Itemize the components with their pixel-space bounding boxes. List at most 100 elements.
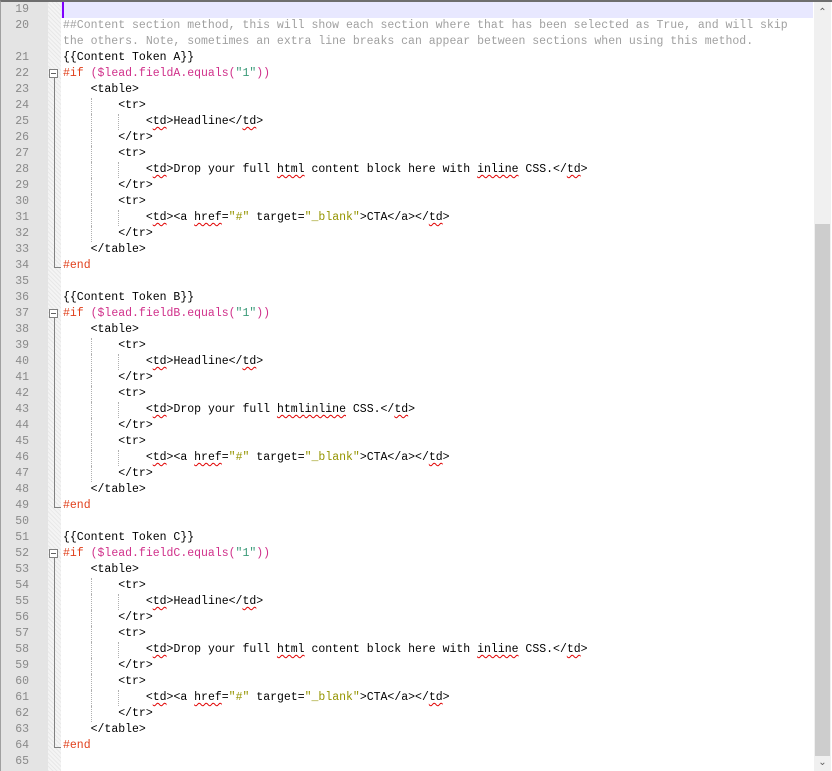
code-text[interactable]: #end <box>61 498 813 514</box>
code-text[interactable]: #if ($lead.fieldA.equals("1")) <box>61 66 813 82</box>
code-line[interactable]: 24 <tr> <box>1 98 813 114</box>
code-line[interactable]: 41 </tr> <box>1 370 813 386</box>
code-line[interactable]: 38 <table> <box>1 322 813 338</box>
code-line[interactable]: 58 <td>Drop your full html content block… <box>1 642 813 658</box>
code-text[interactable]: </tr> <box>61 370 813 386</box>
code-line[interactable]: 62 </tr> <box>1 706 813 722</box>
code-line[interactable]: 47 </tr> <box>1 466 813 482</box>
code-line[interactable]: 22 #if ($lead.fieldA.equals("1")) <box>1 66 813 82</box>
code-line[interactable]: 37 #if ($lead.fieldB.equals("1")) <box>1 306 813 322</box>
code-text[interactable]: #end <box>61 738 813 754</box>
code-text[interactable]: <td>Drop your full html content block he… <box>61 162 813 178</box>
chevron-up-icon[interactable]: ⌃ <box>814 4 831 21</box>
code-text[interactable]: <td><a href="#" target="_blank">CTA</a><… <box>61 690 813 706</box>
code-line[interactable]: 55 <td>Headline</td> <box>1 594 813 610</box>
code-line[interactable]: 26 </tr> <box>1 130 813 146</box>
code-text[interactable]: <tr> <box>61 386 813 402</box>
code-text[interactable]: <td>Headline</td> <box>61 594 813 610</box>
code-text[interactable]: #if ($lead.fieldB.equals("1")) <box>61 306 813 322</box>
code-line[interactable]: 54 <tr> <box>1 578 813 594</box>
code-text[interactable]: <td>Headline</td> <box>61 114 813 130</box>
code-text[interactable]: <td>Headline</td> <box>61 354 813 370</box>
code-line[interactable]: 33 </table> <box>1 242 813 258</box>
collapse-icon[interactable] <box>49 309 58 318</box>
code-text[interactable]: <tr> <box>61 98 813 114</box>
code-text[interactable]: </tr> <box>61 130 813 146</box>
code-text[interactable]: <tr> <box>61 146 813 162</box>
code-line[interactable]: 60 <tr> <box>1 674 813 690</box>
code-line[interactable]: 56 </tr> <box>1 610 813 626</box>
code-text[interactable]: <td>Drop your full htmlinline CSS.</td> <box>61 402 813 418</box>
code-text[interactable]: #end <box>61 258 813 274</box>
code-line[interactable]: 40 <td>Headline</td> <box>1 354 813 370</box>
collapse-icon[interactable] <box>49 69 58 78</box>
code-text[interactable]: <td><a href="#" target="_blank">CTA</a><… <box>61 450 813 466</box>
code-line[interactable]: 48 </table> <box>1 482 813 498</box>
fold-marker[interactable] <box>48 546 61 562</box>
chevron-down-icon[interactable]: ⌄ <box>814 754 831 771</box>
code-text[interactable]: </table> <box>61 242 813 258</box>
code-text[interactable]: ​ <box>61 2 813 18</box>
code-text[interactable]: <table> <box>61 562 813 578</box>
code-text[interactable]: <td>Drop your full html content block he… <box>61 642 813 658</box>
code-line[interactable]: 39 <tr> <box>1 338 813 354</box>
code-editor[interactable]: 19 ​ 20 ##Content section method, this will… <box>0 0 832 771</box>
code-line[interactable]: 20 ##Content section method, this will sh… <box>1 18 813 50</box>
code-text[interactable]: <tr> <box>61 674 813 690</box>
code-text[interactable]: {{Content Token A}} <box>61 50 813 66</box>
code-line[interactable]: 27 <tr> <box>1 146 813 162</box>
code-line[interactable]: 29 </tr> <box>1 178 813 194</box>
code-text[interactable]: </tr> <box>61 226 813 242</box>
code-text[interactable]: <tr> <box>61 434 813 450</box>
code-text[interactable]: </table> <box>61 722 813 738</box>
code-text[interactable]: {{Content Token B}} <box>61 290 813 306</box>
code-line[interactable]: 28 <td>Drop your full html content block… <box>1 162 813 178</box>
code-line[interactable]: 44 </tr> <box>1 418 813 434</box>
code-text[interactable]: <tr> <box>61 626 813 642</box>
code-text[interactable]: ​ <box>61 754 813 770</box>
code-line[interactable]: 21 {{Content Token A}} <box>1 50 813 66</box>
code-line[interactable]: 51 {{Content Token C}} <box>1 530 813 546</box>
code-text[interactable]: </tr> <box>61 706 813 722</box>
code-line[interactable]: 31 <td><a href="#" target="_blank">CTA</… <box>1 210 813 226</box>
code-line[interactable]: 50 ​ <box>1 514 813 530</box>
code-line[interactable]: 63 </table> <box>1 722 813 738</box>
code-text[interactable]: ​ <box>61 274 813 290</box>
code-text[interactable]: </tr> <box>61 658 813 674</box>
code-line[interactable]: 19 ​ <box>1 2 813 18</box>
code-text[interactable]: ##Content section method, this will show… <box>61 18 813 50</box>
code-line[interactable]: 46 <td><a href="#" target="_blank">CTA</… <box>1 450 813 466</box>
code-text[interactable]: </tr> <box>61 178 813 194</box>
code-text[interactable]: <tr> <box>61 578 813 594</box>
code-line[interactable]: 57 <tr> <box>1 626 813 642</box>
collapse-icon[interactable] <box>49 549 58 558</box>
code-text[interactable]: <tr> <box>61 338 813 354</box>
code-text[interactable]: </tr> <box>61 610 813 626</box>
code-text[interactable]: ​ <box>61 514 813 530</box>
code-line[interactable]: 65 ​ <box>1 754 813 770</box>
code-line[interactable]: 42 <tr> <box>1 386 813 402</box>
code-line[interactable]: 52 #if ($lead.fieldC.equals("1")) <box>1 546 813 562</box>
code-line[interactable]: 32 </tr> <box>1 226 813 242</box>
scrollbar-thumb[interactable] <box>815 224 830 756</box>
code-text[interactable]: <table> <box>61 82 813 98</box>
fold-marker[interactable] <box>48 66 61 82</box>
code-line[interactable]: 45 <tr> <box>1 434 813 450</box>
code-text[interactable]: </tr> <box>61 466 813 482</box>
code-line[interactable]: 59 </tr> <box>1 658 813 674</box>
code-text[interactable]: #if ($lead.fieldC.equals("1")) <box>61 546 813 562</box>
code-line[interactable]: 64 #end <box>1 738 813 754</box>
code-text[interactable]: </tr> <box>61 418 813 434</box>
vertical-scrollbar[interactable]: ⌃ ⌄ <box>814 2 831 771</box>
code-text[interactable]: <tr> <box>61 194 813 210</box>
code-line[interactable]: 43 <td>Drop your full htmlinline CSS.</t… <box>1 402 813 418</box>
code-text[interactable]: <table> <box>61 322 813 338</box>
code-line[interactable]: 35 ​ <box>1 274 813 290</box>
code-line[interactable]: 61 <td><a href="#" target="_blank">CTA</… <box>1 690 813 706</box>
code-line[interactable]: 49 #end <box>1 498 813 514</box>
fold-marker[interactable] <box>48 306 61 322</box>
code-line[interactable]: 23 <table> <box>1 82 813 98</box>
code-text[interactable]: <td><a href="#" target="_blank">CTA</a><… <box>61 210 813 226</box>
code-text[interactable]: </table> <box>61 482 813 498</box>
code-line[interactable]: 25 <td>Headline</td> <box>1 114 813 130</box>
